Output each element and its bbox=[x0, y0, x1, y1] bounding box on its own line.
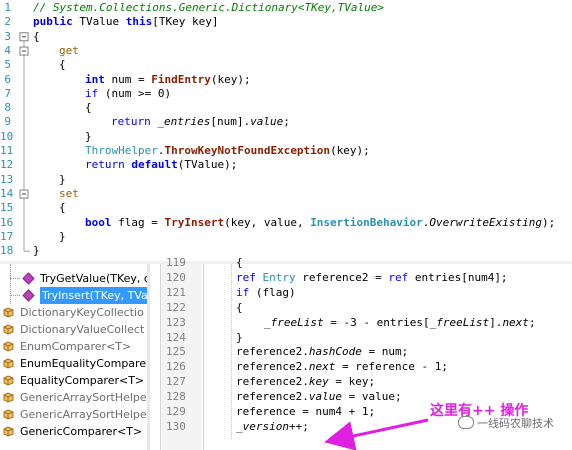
wechat-icon bbox=[458, 416, 474, 429]
annotation-arrow bbox=[324, 418, 429, 450]
watermark-text: 一线码农聊技术 bbox=[458, 415, 554, 431]
watermark-label: 一线码农聊技术 bbox=[477, 417, 554, 430]
